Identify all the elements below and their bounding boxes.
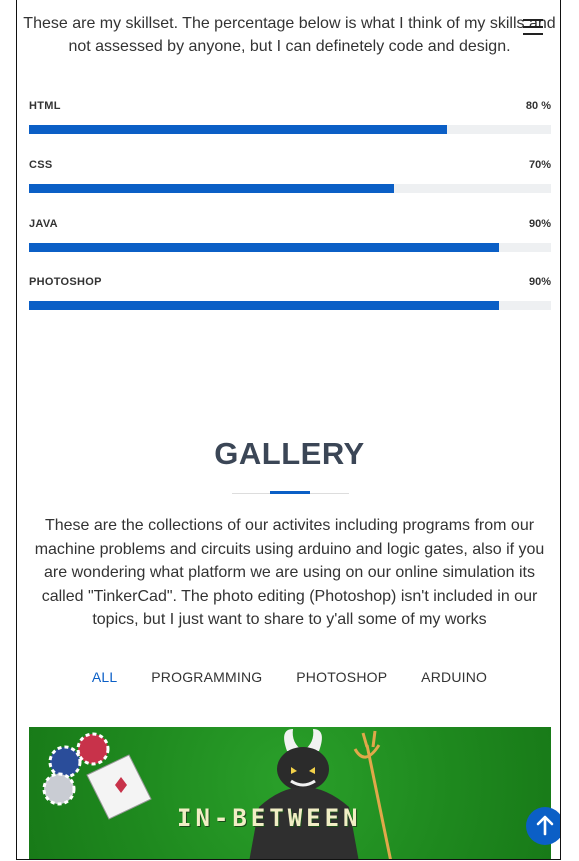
menu-line <box>523 26 543 28</box>
skill-progress-track <box>29 301 551 310</box>
skill-value: 90% <box>528 218 551 230</box>
gallery-artwork <box>42 729 392 859</box>
skill-progress-fill <box>29 243 499 252</box>
devil-character-icon <box>249 729 392 859</box>
skill-name: PHOTOSHOP <box>29 276 102 288</box>
skill-progress-fill <box>29 301 499 310</box>
poker-chips-icon <box>42 732 152 820</box>
back-to-top-button[interactable] <box>526 807 560 845</box>
filter-photoshop[interactable]: PHOTOSHOP <box>296 669 387 685</box>
title-divider-accent <box>270 491 310 494</box>
skill-name: CSS <box>29 159 53 171</box>
hamburger-menu-icon[interactable] <box>523 19 543 36</box>
menu-line <box>523 19 543 21</box>
skill-progress-track <box>29 243 551 252</box>
skill-progress-fill <box>29 184 395 193</box>
skill-value: 70% <box>528 159 551 171</box>
page-frame: These are my skillset. The percentage be… <box>16 0 561 860</box>
skill-html: HTML 80 % <box>29 100 551 140</box>
gallery-image-title: IN-BETWEEN <box>177 804 362 832</box>
gallery-description: These are the collections of our activit… <box>34 517 545 628</box>
skill-name: JAVA <box>29 218 58 230</box>
skill-photoshop: PHOTOSHOP 90% <box>29 276 551 316</box>
arrow-up-icon <box>536 815 554 836</box>
gallery-filter-tabs: ALL PROGRAMMING PHOTOSHOP ARDUINO <box>17 669 560 685</box>
skill-name: HTML <box>29 100 61 112</box>
filter-programming[interactable]: PROGRAMMING <box>151 669 262 685</box>
skill-progress-track <box>29 184 551 193</box>
skills-intro-text: These are my skillset. The percentage be… <box>23 15 556 55</box>
filter-arduino[interactable]: ARDUINO <box>421 669 487 685</box>
skill-progress-fill <box>29 125 447 134</box>
skill-value: 80 % <box>525 100 551 112</box>
gallery-title: GALLERY <box>214 436 365 471</box>
gallery-image-in-between[interactable]: IN-BETWEEN <box>29 727 551 859</box>
skill-css: CSS 70% <box>29 159 551 199</box>
menu-line <box>523 33 543 35</box>
skill-value: 90% <box>528 276 551 288</box>
filter-all[interactable]: ALL <box>92 669 118 685</box>
skill-java: JAVA 90% <box>29 218 551 258</box>
skill-progress-track <box>29 125 551 134</box>
